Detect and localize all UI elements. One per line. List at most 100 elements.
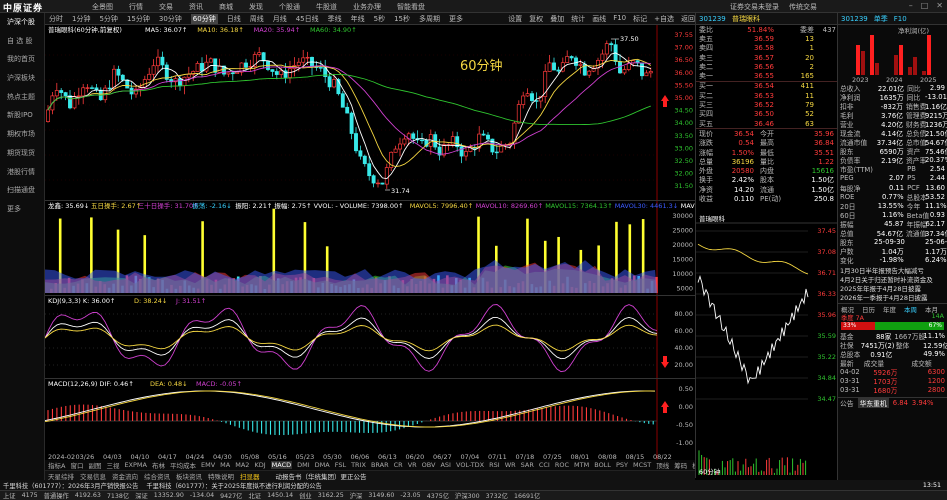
sidebar-item[interactable]: 新股IPO bbox=[0, 106, 44, 125]
indicator-tab[interactable]: TRIX bbox=[351, 461, 366, 469]
indicator-tab[interactable]: MACD bbox=[270, 461, 293, 469]
indicator-tab[interactable]: MA bbox=[220, 461, 230, 469]
period-tab[interactable]: 周线 bbox=[250, 14, 264, 24]
buy-order-row[interactable]: 买一 36.54 411 bbox=[696, 82, 837, 91]
top-right-link[interactable]: 传统交易 bbox=[789, 2, 817, 12]
indicator-tab[interactable]: EMV bbox=[201, 461, 215, 469]
intraday-chart[interactable]: 普瑞眼科 37.45 37.08 36.71 36.33 35.96 35.59 35.22 3… bbox=[695, 213, 838, 478]
index-status-item[interactable]: 4175 bbox=[22, 492, 38, 499]
top-menu-item[interactable]: 商城 bbox=[219, 2, 233, 12]
indicator-tab[interactable]: ROC bbox=[555, 461, 569, 469]
chart-tool-button[interactable]: +自选 bbox=[654, 14, 674, 24]
index-status-item[interactable]: 沪深 bbox=[350, 491, 363, 500]
period-tab[interactable]: 1分钟 bbox=[72, 14, 90, 24]
event-note[interactable]: 4月2日关于归还暂时补流资金及 bbox=[838, 274, 947, 283]
index-status-item[interactable]: 3732亿 bbox=[486, 491, 508, 500]
chart-tool-button[interactable]: 设置 bbox=[508, 14, 522, 24]
top-menu-item[interactable]: 智能看盘 bbox=[397, 2, 425, 12]
indicator-tab[interactable]: 窗口 bbox=[70, 460, 83, 470]
index-status-item[interactable]: 16691亿 bbox=[514, 491, 540, 500]
info-tab[interactable]: 天星综排 bbox=[48, 471, 74, 481]
volume-chart[interactable]: 龙鑫: 35.69↓ 五日操手: 2.67↑ 三十日操手: 31.70↑ 振荡: -2… bbox=[45, 200, 748, 296]
period-tab[interactable]: 分时 bbox=[49, 14, 63, 24]
footer-stock[interactable]: 华东重机 bbox=[857, 397, 889, 408]
fund-tab[interactable]: 本月 bbox=[925, 304, 938, 314]
chart-tool-button[interactable]: 标记 bbox=[633, 14, 647, 24]
sidebar-item[interactable]: 热点主题 bbox=[0, 88, 44, 107]
fund-tab[interactable]: 年度 bbox=[883, 304, 896, 314]
info-tab[interactable]: 综合资讯 bbox=[144, 471, 170, 481]
indicator-tab[interactable]: VR bbox=[408, 461, 417, 469]
index-status-item[interactable]: 1450.14 bbox=[267, 492, 293, 499]
chart-tool-button[interactable]: 画线 bbox=[592, 14, 606, 24]
buy-order-row[interactable]: 买五 36.46 63 bbox=[696, 119, 837, 128]
index-status-item[interactable]: 9427亿 bbox=[220, 491, 242, 500]
index-status-item[interactable]: 沪深300 bbox=[455, 491, 480, 500]
indicator-tab[interactable]: 三视 bbox=[106, 460, 119, 470]
event-note[interactable]: 2026年一季报于4月28日披露 bbox=[838, 292, 947, 301]
index-status-item[interactable]: 创业 bbox=[299, 491, 312, 500]
chart-tool-button[interactable]: 复权 bbox=[529, 14, 543, 24]
period-tab[interactable]: 60分钟 bbox=[190, 13, 218, 24]
indicator-tab[interactable]: KDJ bbox=[254, 461, 265, 469]
bulletin-text[interactable]: 动报告书（华统集团）更正公告 bbox=[276, 471, 367, 481]
indicator-tab[interactable]: 平均成本 bbox=[170, 460, 196, 470]
kdj-chart[interactable]: KDJ(9,3,3) K: 36.00↑ D: 38.24↓ J: 31.51↑ 80… bbox=[44, 295, 695, 379]
indicator-tab[interactable]: CR bbox=[394, 461, 403, 469]
indicator-tab[interactable]: FSL bbox=[335, 461, 346, 469]
indicator-tab[interactable]: DMI bbox=[297, 461, 310, 469]
period-tab[interactable]: 5分钟 bbox=[99, 14, 117, 24]
macd-chart[interactable]: MACD(12,26,9) DIF: 0.46↑ DEA: 0.48↓ MACD: … bbox=[44, 378, 695, 461]
info-tab[interactable]: 交易信息 bbox=[80, 471, 106, 481]
indicator-tab[interactable]: PSY bbox=[616, 461, 628, 469]
sidebar-item[interactable]: 期权市场 bbox=[0, 125, 44, 144]
indicator-tab[interactable]: VOL-TDX bbox=[456, 461, 484, 469]
period-tab[interactable]: 多周期 bbox=[419, 14, 440, 24]
period-tab[interactable]: 月线 bbox=[273, 14, 287, 24]
indicator-tab[interactable]: MA2 bbox=[235, 461, 249, 469]
chart-tool-button[interactable]: 返回 bbox=[681, 14, 695, 24]
top-menu-item[interactable]: 交易 bbox=[159, 2, 173, 12]
info-tab[interactable]: 特殊说明 bbox=[208, 471, 234, 481]
fund-tab[interactable]: 日历 bbox=[862, 304, 875, 314]
period-tab[interactable]: 年线 bbox=[351, 14, 365, 24]
top-menu-item[interactable]: 全景图 bbox=[92, 2, 113, 12]
index-status-item[interactable]: 3162.25 bbox=[318, 492, 344, 499]
event-note[interactable]: 2025年年报于4月28日披露 bbox=[838, 283, 947, 292]
indicator-tab[interactable]: MCST bbox=[633, 461, 651, 469]
period-tab[interactable]: 5秒 bbox=[374, 14, 385, 24]
period-tab[interactable]: 15分钟 bbox=[127, 14, 150, 24]
index-status-item[interactable]: 13352.90 bbox=[154, 492, 184, 499]
sell-order-row[interactable]: 卖三 36.57 20 bbox=[696, 53, 837, 62]
sell-order-row[interactable]: 卖一 36.55 165 bbox=[696, 71, 837, 80]
index-status-item[interactable]: 4375亿 bbox=[427, 491, 449, 500]
indicator-tab[interactable]: BRAR bbox=[371, 461, 389, 469]
top-menu-item[interactable]: 业务办理 bbox=[353, 2, 381, 12]
indicator-tab[interactable]: 筹码 bbox=[674, 460, 687, 470]
sidebar-item[interactable]: 我的首页 bbox=[0, 50, 44, 69]
indicator-tab[interactable]: DMA bbox=[315, 461, 330, 469]
indicator-tab[interactable]: MTM bbox=[574, 461, 589, 469]
index-status-item[interactable]: -23.05 bbox=[400, 492, 420, 499]
index-status-item[interactable]: 3149.60 bbox=[368, 492, 394, 499]
news-item[interactable]: 千里科技（601777）：2026年3月产销快报公告 bbox=[3, 481, 138, 490]
sidebar-item[interactable]: 扫描通盘 bbox=[0, 181, 44, 200]
sidebar-item[interactable]: 更多 bbox=[0, 200, 44, 219]
fund-tab[interactable]: 单季 bbox=[874, 14, 888, 24]
info-tab[interactable]: 扫显器 bbox=[240, 471, 260, 481]
index-status-item[interactable]: 北证 bbox=[248, 491, 261, 500]
kline-chart[interactable]: 普瑞眼科(60分钟,前复权) MA5: 36.07↑ MA10: 36.18↑ MA2… bbox=[45, 25, 695, 200]
chart-tool-button[interactable]: F10 bbox=[613, 14, 626, 24]
sidebar-item[interactable]: 期货现货 bbox=[0, 144, 44, 163]
buy-order-row[interactable]: 买四 36.50 52 bbox=[696, 110, 837, 119]
fund-tab[interactable]: 本周 bbox=[904, 304, 917, 314]
indicator-tab[interactable]: SAR bbox=[521, 461, 534, 469]
fund-tab[interactable]: F10 bbox=[894, 15, 907, 23]
index-status-item[interactable]: 7138亿 bbox=[107, 491, 129, 500]
sidebar-item[interactable]: 港股行情 bbox=[0, 163, 44, 182]
chart-tool-button[interactable]: 统计 bbox=[571, 14, 585, 24]
period-tab[interactable]: 更多 bbox=[449, 14, 463, 24]
indicator-tab[interactable]: 指标A bbox=[48, 460, 65, 470]
indicator-tab[interactable]: ASI bbox=[440, 461, 451, 469]
sidebar-item[interactable]: 自 选 股 bbox=[0, 32, 44, 51]
